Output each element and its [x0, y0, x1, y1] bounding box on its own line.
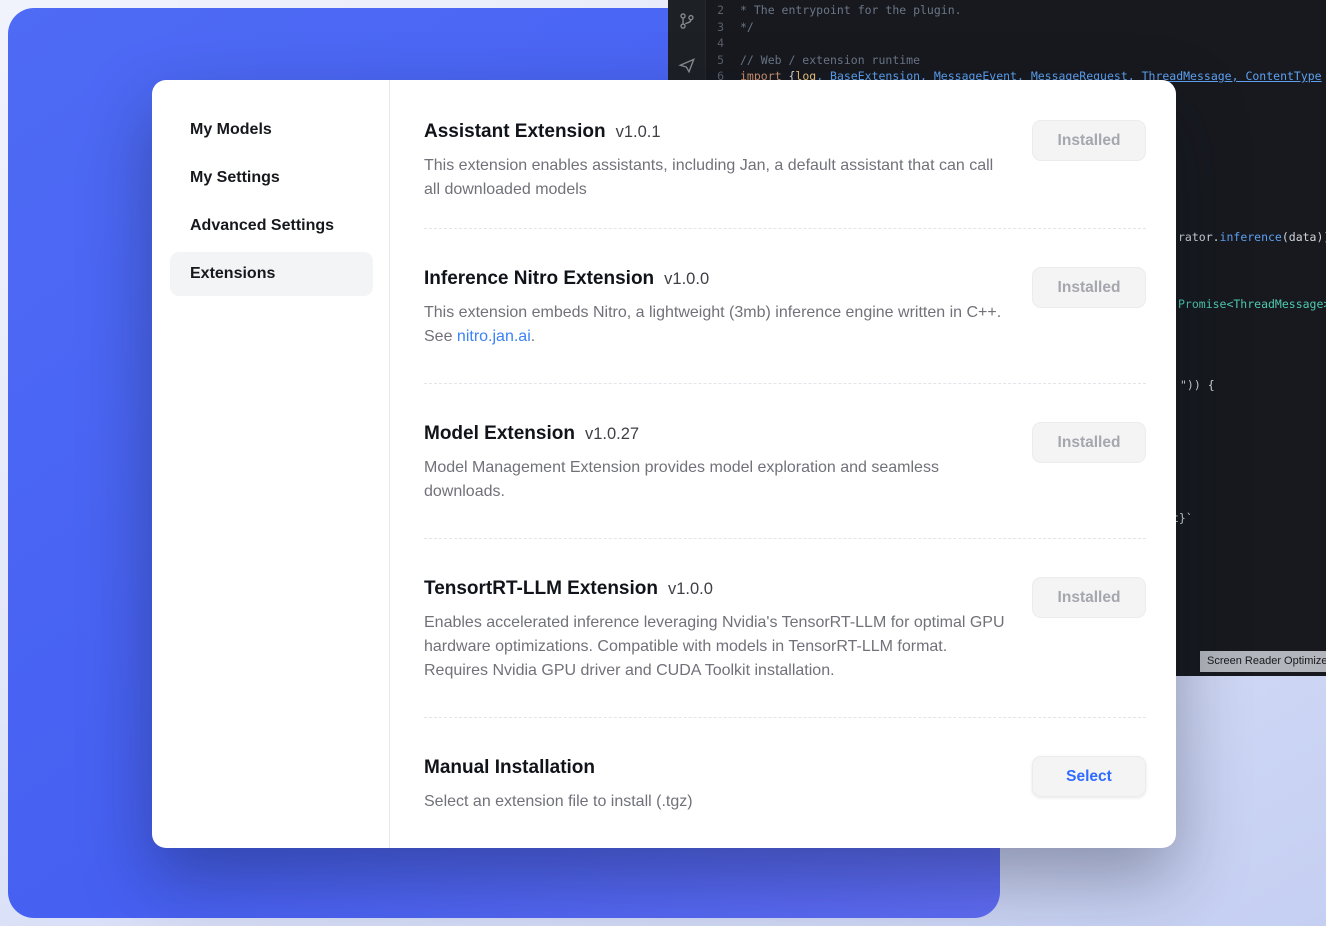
extension-name: Inference Nitro Extension — [424, 268, 654, 289]
extension-info: TensortRT-LLM Extension v1.0.0 Enables ac… — [424, 577, 1008, 683]
extension-version: v1.0.0 — [668, 580, 713, 598]
line-number: 3 — [706, 19, 740, 36]
extension-name: Manual Installation — [424, 757, 595, 778]
extension-description: This extension embeds Nitro, a lightweig… — [424, 301, 1008, 349]
screen-reader-optimized-status[interactable]: Screen Reader Optimize — [1200, 651, 1326, 672]
extension-title: Manual Installation — [424, 756, 693, 780]
code-fragment-brace: ")) { — [1180, 378, 1215, 392]
extension-row-model: Model Extension v1.0.27 Model Management … — [424, 384, 1146, 539]
extension-row-inference-nitro: Inference Nitro Extension v1.0.0 This ext… — [424, 229, 1146, 384]
code-fragment-promise-type: Promise<ThreadMessage> — [1178, 297, 1326, 311]
extension-description: Enables accelerated inference leveraging… — [424, 611, 1008, 683]
select-file-button[interactable]: Select — [1032, 756, 1146, 797]
source-control-branch-icon[interactable] — [678, 12, 696, 30]
extension-info: Inference Nitro Extension v1.0.0 This ext… — [424, 267, 1008, 349]
settings-sidebar: My Models My Settings Advanced Settings … — [152, 80, 390, 848]
extension-row-tensorrt-llm: TensortRT-LLM Extension v1.0.0 Enables ac… — [424, 539, 1146, 718]
extension-version: v1.0.1 — [616, 123, 661, 141]
settings-modal: My Models My Settings Advanced Settings … — [152, 80, 1176, 848]
extension-info: Assistant Extension v1.0.1 This extension… — [424, 120, 1008, 202]
line-number: 2 — [706, 2, 740, 19]
extension-description: Select an extension file to install (.tg… — [424, 790, 693, 814]
extension-row-assistant: Assistant Extension v1.0.1 This extension… — [424, 120, 1146, 229]
extension-version: v1.0.27 — [585, 425, 639, 443]
extension-row-manual-installation: Manual Installation Select an extension … — [424, 718, 1146, 848]
sidebar-item-my-settings[interactable]: My Settings — [170, 156, 373, 200]
code-line: 4 — [706, 35, 1326, 52]
extension-title: Inference Nitro Extension v1.0.0 — [424, 267, 1008, 291]
extension-name: TensortRT-LLM Extension — [424, 578, 658, 599]
installed-button[interactable]: Installed — [1032, 422, 1146, 463]
extension-title: TensortRT-LLM Extension v1.0.0 — [424, 577, 1008, 601]
line-number: 4 — [706, 35, 740, 52]
send-paper-plane-icon[interactable] — [678, 56, 696, 74]
extension-name: Model Extension — [424, 423, 575, 444]
code-fragment-inference: rator.inference(data)); — [1178, 230, 1326, 244]
line-number: 5 — [706, 52, 740, 69]
extension-description: This extension enables assistants, inclu… — [424, 154, 1008, 202]
installed-button[interactable]: Installed — [1032, 267, 1146, 308]
extensions-list: Assistant Extension v1.0.1 This extension… — [390, 80, 1176, 848]
extension-name: Assistant Extension — [424, 121, 606, 142]
code-line: 2* The entrypoint for the plugin. — [706, 2, 1326, 19]
sidebar-item-advanced-settings[interactable]: Advanced Settings — [170, 204, 373, 248]
extension-info: Manual Installation Select an extension … — [424, 756, 693, 814]
code-line: 5// Web / extension runtime — [706, 52, 1326, 69]
editor-code-area: 2* The entrypoint for the plugin. 3*/ 4 … — [706, 2, 1326, 85]
extension-description: Model Management Extension provides mode… — [424, 456, 1008, 504]
extension-title: Assistant Extension v1.0.1 — [424, 120, 1008, 144]
sidebar-item-extensions[interactable]: Extensions — [170, 252, 373, 296]
extension-info: Model Extension v1.0.27 Model Management … — [424, 422, 1008, 504]
code-line: 3*/ — [706, 19, 1326, 36]
extension-version: v1.0.0 — [664, 270, 709, 288]
installed-button[interactable]: Installed — [1032, 120, 1146, 161]
description-text: . — [531, 328, 535, 345]
nitro-jan-ai-link[interactable]: nitro.jan.ai — [457, 328, 531, 345]
installed-button[interactable]: Installed — [1032, 577, 1146, 618]
sidebar-item-my-models[interactable]: My Models — [170, 108, 373, 152]
extension-title: Model Extension v1.0.27 — [424, 422, 1008, 446]
